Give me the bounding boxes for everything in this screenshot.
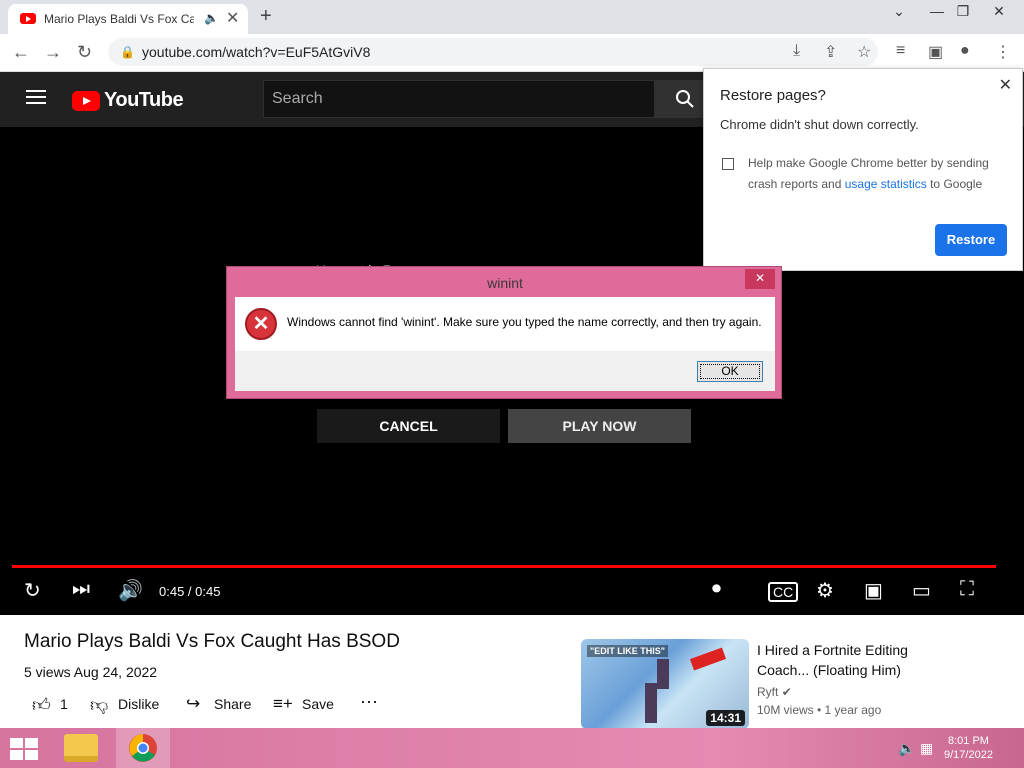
captions-icon[interactable]: CC [768, 582, 799, 602]
search-input[interactable] [264, 81, 654, 117]
usage-statistics-link[interactable]: usage statistics [845, 177, 927, 191]
install-app-icon[interactable]: ⤓ [793, 42, 800, 60]
tab-title: Mario Plays Baldi Vs Fox Cau [44, 12, 194, 26]
character-figure [657, 659, 669, 689]
profile-avatar-icon[interactable]: ● [960, 42, 970, 60]
search-icon [676, 90, 694, 108]
settings-gear-icon[interactable]: ⚙ [816, 578, 834, 603]
fullscreen-icon[interactable]: ⛶ [960, 578, 974, 601]
replay-icon[interactable]: ↻ [24, 578, 41, 603]
tab-close-icon[interactable]: ✕ [226, 8, 239, 28]
lock-icon[interactable]: 🔒 [120, 45, 135, 59]
file-explorer-icon[interactable] [64, 734, 98, 762]
checkbox-label-line1: Help make Google Chrome better by sendin… [748, 156, 989, 170]
url-text: youtube.com/watch?v=EuF5AtGviV8 [142, 44, 371, 60]
more-actions-icon[interactable]: ⋯ [360, 692, 378, 713]
bookmark-star-icon[interactable]: ☆ [857, 42, 871, 62]
save-button[interactable]: Save [302, 696, 334, 712]
youtube-play-icon [72, 91, 100, 111]
video-title: Mario Plays Baldi Vs Fox Caught Has BSOD [24, 631, 400, 652]
restore-popup-message: Chrome didn't shut down correctly. [720, 117, 919, 132]
error-dialog-close-button[interactable]: ✕ [745, 269, 775, 289]
video-meta: 5 views Aug 24, 2022 [24, 664, 158, 680]
error-dialog-message: Windows cannot find 'winint'. Make sure … [287, 315, 762, 329]
character-figure [645, 683, 657, 723]
error-icon: ✕ [245, 308, 277, 340]
restore-pages-popup: Restore pages? ✕ Chrome didn't shut down… [703, 68, 1023, 271]
recommended-views: 10M views • 1 year ago [757, 703, 882, 717]
play-now-button[interactable]: PLAY NOW [508, 409, 691, 443]
cancel-autoplay-button[interactable]: CANCEL [317, 409, 500, 443]
forward-icon[interactable]: → [44, 42, 62, 63]
verified-icon: ✔ [781, 685, 792, 699]
audio-playing-icon[interactable]: 🔈 [204, 11, 219, 25]
volume-icon[interactable]: 🔊 [118, 578, 143, 603]
media-controls-icon[interactable]: ≡ [896, 42, 905, 60]
restore-popup-title: Restore pages? [720, 87, 826, 104]
progress-bar[interactable] [12, 565, 996, 568]
youtube-wordmark: YouTube [104, 89, 184, 111]
hamburger-menu-icon[interactable] [26, 90, 46, 104]
chrome-icon [129, 734, 157, 762]
clock-time: 8:01 PM [947, 735, 989, 747]
share-icon[interactable]: ⇪ [824, 42, 837, 62]
address-bar[interactable]: 🔒 youtube.com/watch?v=EuF5AtGviV8 [108, 38, 878, 66]
error-dialog-body: ✕ Windows cannot find 'winint'. Make sur… [235, 297, 775, 351]
share-button[interactable]: Share [214, 696, 251, 712]
crash-report-checkbox[interactable] [722, 158, 734, 170]
next-video-icon[interactable]: ⏭ [72, 578, 90, 601]
side-panel-icon[interactable]: ▣ [928, 42, 943, 62]
restore-button[interactable]: Restore [935, 224, 1007, 256]
windows-taskbar: 🔈 ▦ 8:01 PM 9/17/2022 [0, 728, 1024, 768]
clock-date: 9/17/2022 [944, 749, 993, 761]
reload-icon[interactable]: ↻ [77, 42, 92, 63]
ok-button[interactable]: OK [697, 361, 763, 382]
error-dialog-title: winint [487, 275, 523, 291]
dislike-button[interactable]: Dislike [118, 696, 159, 712]
restore-popup-close-icon[interactable]: ✕ [999, 75, 1012, 95]
miniplayer-icon[interactable]: ▣ [864, 578, 883, 603]
video-thumbnail[interactable]: "EDIT LIKE THIS" 14:31 [581, 639, 749, 729]
new-tab-button[interactable]: + [260, 5, 272, 28]
search-box [263, 80, 655, 118]
back-icon[interactable]: ← [12, 42, 30, 63]
chrome-taskbar-button[interactable] [116, 728, 170, 768]
browser-toolbar: ← → ↻ 🔒 youtube.com/watch?v=EuF5AtGviV8 … [0, 34, 1024, 72]
video-duration: 14:31 [706, 710, 745, 726]
error-dialog: winint ✕ ✕ Windows cannot find 'winint'.… [226, 266, 782, 399]
autoplay-toggle-icon[interactable]: ⏺ [712, 578, 721, 599]
checkbox-label-line2: crash reports and usage statistics to Go… [748, 177, 983, 191]
volume-muted-icon[interactable]: 🔈 [898, 740, 915, 757]
like-icon[interactable]: 👍︎ [32, 694, 51, 716]
chrome-menu-icon[interactable]: ⋮ [995, 42, 1011, 62]
like-count[interactable]: 1 [60, 696, 68, 712]
browser-tab[interactable]: Mario Plays Baldi Vs Fox Cau 🔈 ✕ [8, 4, 248, 34]
thumbnail-caption: "EDIT LIKE THIS" [587, 645, 669, 657]
network-icon[interactable]: ▦ [920, 740, 933, 757]
theater-mode-icon[interactable]: ▭ [912, 578, 931, 603]
recommended-title[interactable]: I Hired a Fortnite Editing Coach... (Flo… [757, 640, 937, 680]
red-arrow-graphic [689, 647, 727, 671]
youtube-favicon-icon [20, 13, 36, 24]
windows-start-icon[interactable] [10, 738, 38, 760]
save-playlist-icon[interactable]: ≡+ [273, 694, 293, 714]
browser-titlebar: Mario Plays Baldi Vs Fox Cau 🔈 ✕ + ⌄ — ❐… [0, 0, 1024, 34]
share-arrow-icon[interactable]: ↪ [186, 694, 200, 714]
taskbar-clock[interactable]: 8:01 PM 9/17/2022 [944, 734, 993, 762]
channel-name[interactable]: Ryft ✔ [757, 685, 792, 699]
timecode: 0:45 / 0:45 [159, 584, 221, 599]
close-window-button[interactable]: ✕ [976, 3, 1022, 20]
dislike-icon[interactable]: 👎︎ [90, 694, 108, 716]
error-dialog-footer: OK [235, 351, 775, 391]
